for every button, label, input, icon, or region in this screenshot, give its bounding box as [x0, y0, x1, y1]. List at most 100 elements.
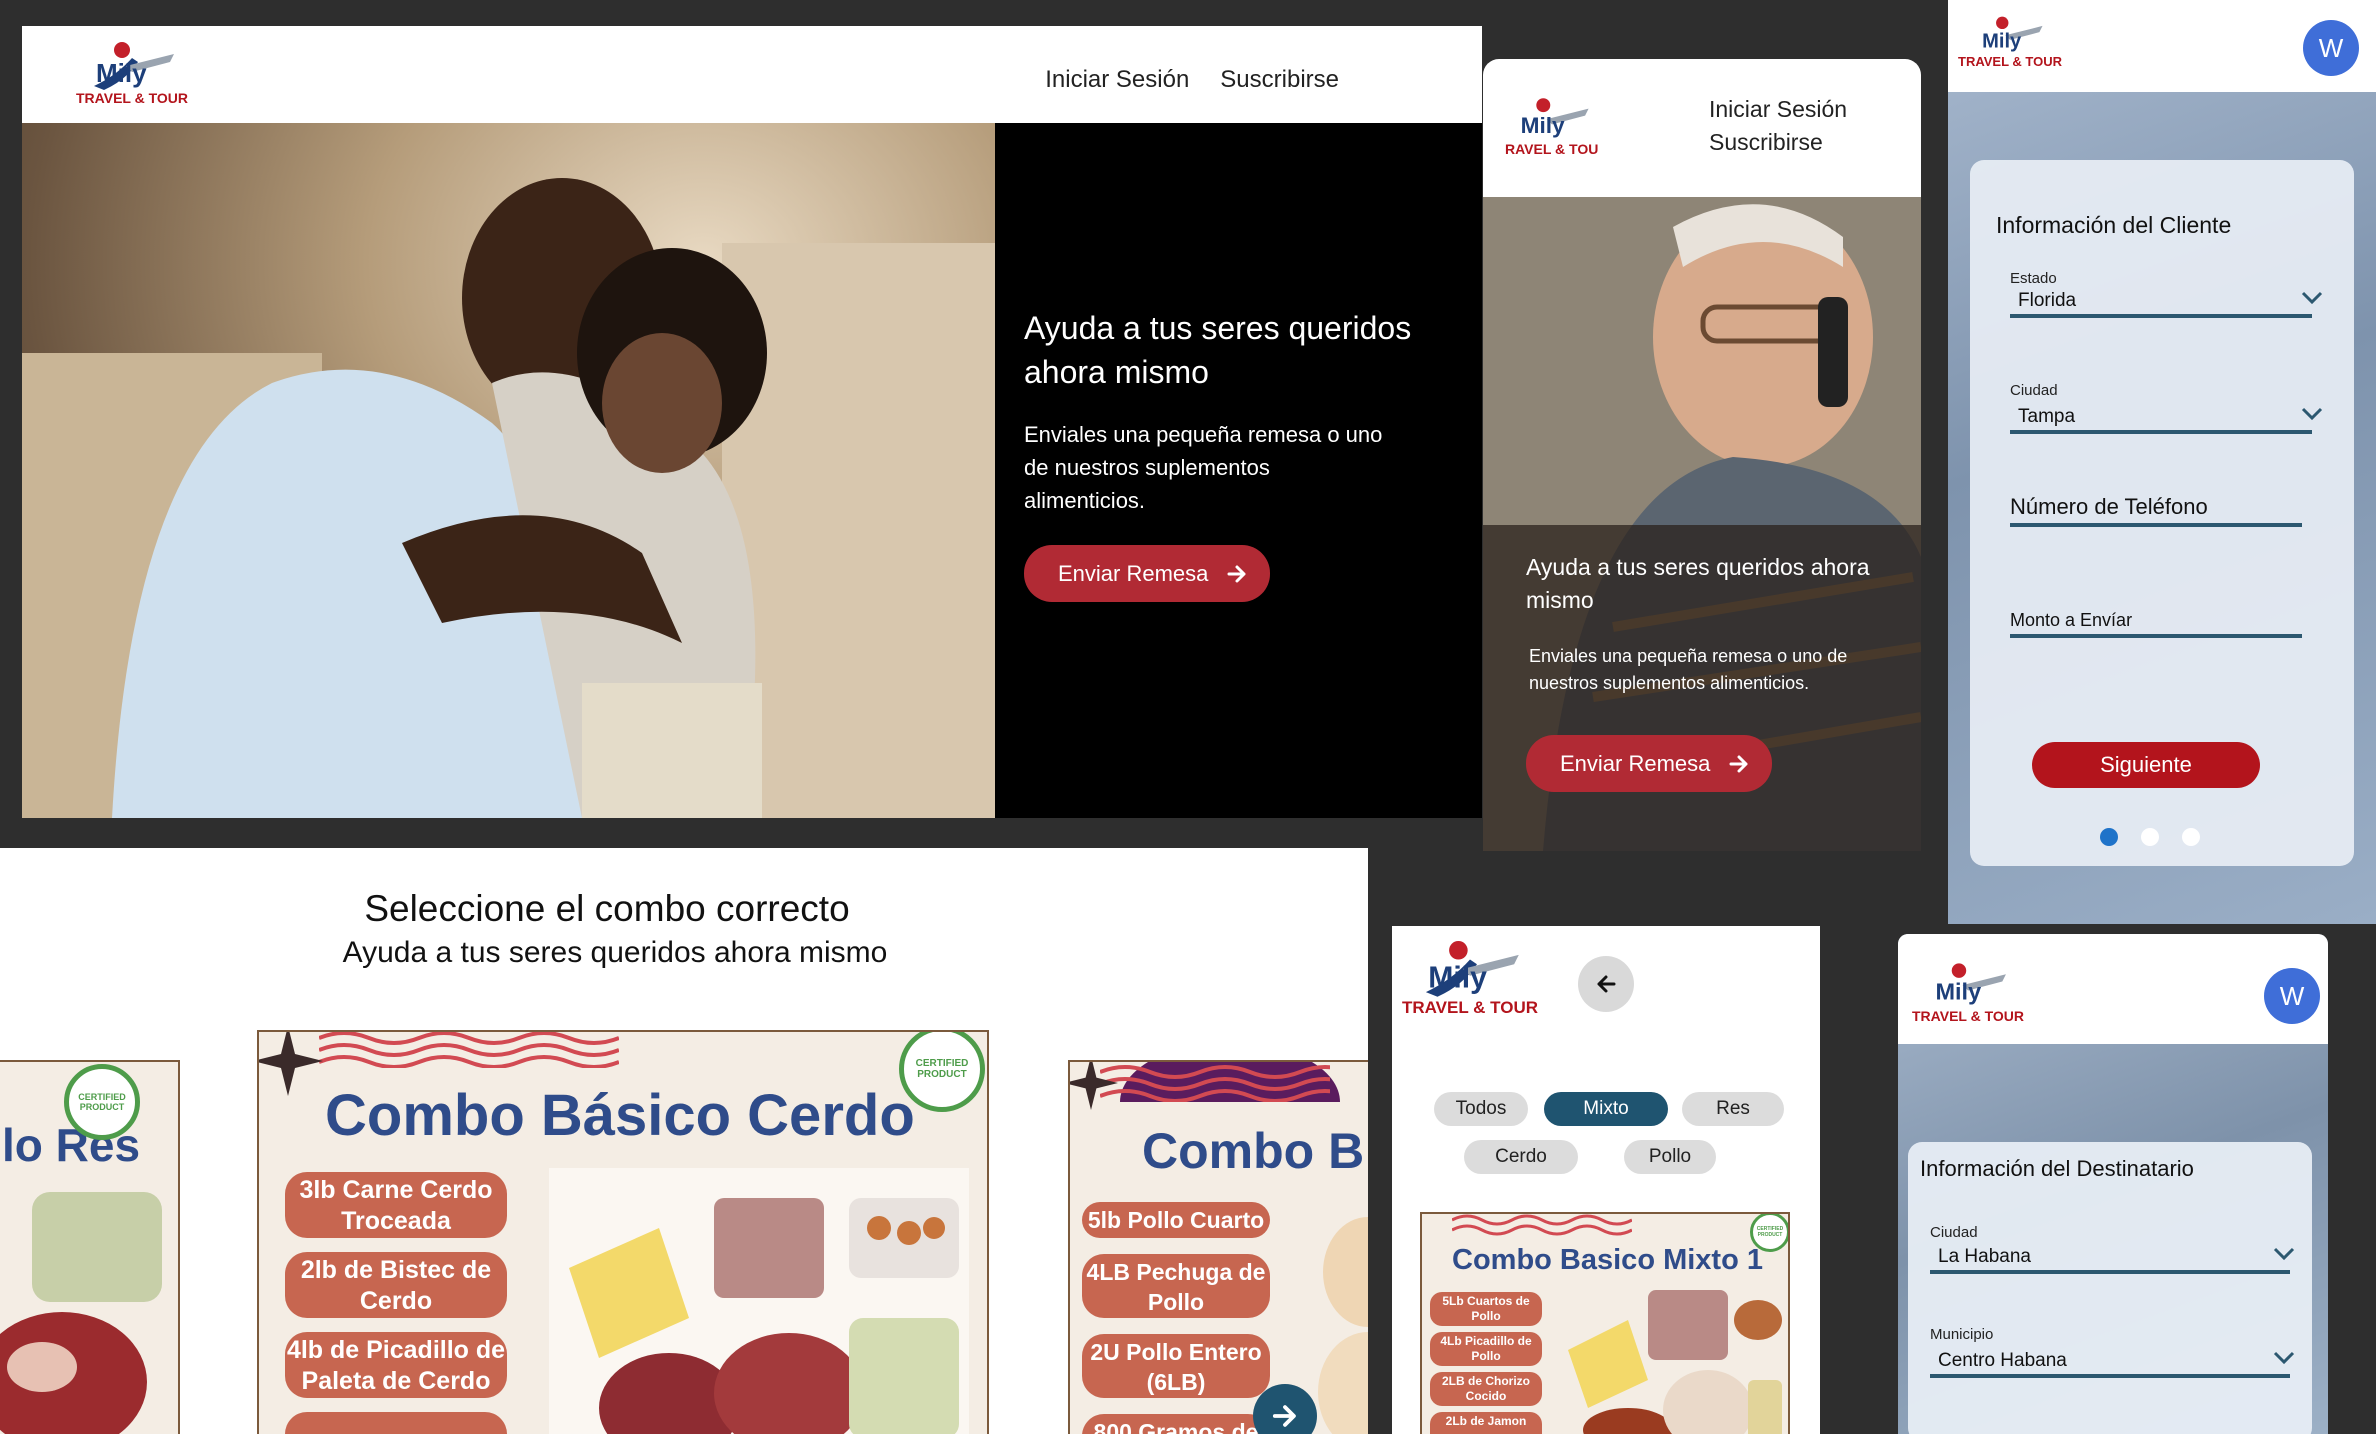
- mixed-meat-products-image: [1568, 1290, 1782, 1434]
- arrow-left-icon: [1597, 975, 1616, 993]
- plane-logo-icon: Mily: [1520, 98, 1589, 138]
- logo-text: TRAVEL & TOUR: [1402, 998, 1539, 1017]
- combo-item: 2LB de Chorizo Cocido: [1430, 1372, 1542, 1406]
- combo-card-basico-cerdo[interactable]: CERTIFIED PRODUCT Combo Básico Cerdo 3lb…: [257, 1030, 989, 1434]
- amount-underline: [2010, 634, 2302, 638]
- arrow-right-icon: [1729, 755, 1748, 772]
- pork-products-image: [549, 1168, 969, 1434]
- combo-item: [285, 1412, 507, 1434]
- combo-card-mixto-1[interactable]: CERTIFIED PRODUCT Combo Basico Mixto 1 5…: [1420, 1212, 1790, 1434]
- estado-underline: [2010, 314, 2312, 318]
- step-dot-2[interactable]: [2141, 828, 2159, 846]
- hero-title: Ayuda a tus seres queridos ahora mismo: [1526, 554, 1870, 613]
- plane-logo-icon: Mily: [94, 42, 174, 90]
- sparkle-icon: [1070, 1062, 1118, 1110]
- combo-item: 4LB Pechuga de Pollo: [1082, 1254, 1270, 1318]
- svg-text:Mily: Mily: [1935, 979, 1981, 1005]
- step-dot-3[interactable]: [2182, 828, 2200, 846]
- chevron-down-icon[interactable]: [2300, 406, 2324, 422]
- hero-copy: Ayuda a tus seres queridos ahora mismo E…: [1024, 306, 1454, 602]
- section-title: Seleccione el combo correcto: [364, 888, 850, 929]
- combo-item: 4Lb Picadillo de Pollo: [1430, 1332, 1542, 1366]
- section-subtitle: Ayuda a tus seres queridos ahora mismo: [342, 936, 888, 969]
- chevron-down-icon[interactable]: [2272, 1246, 2296, 1262]
- brand-logo[interactable]: Mily TRAVEL & TOUR: [1912, 958, 2024, 1024]
- combo-card-pollo[interactable]: Combo B 5lb Pollo Cuarto 4LB Pechuga de …: [1068, 1060, 1368, 1434]
- estado-label: Estado: [2010, 270, 2057, 287]
- sparkle-icon: [259, 1032, 323, 1096]
- svg-text:Mily: Mily: [1982, 31, 2022, 53]
- ciudad-label: Ciudad: [1930, 1224, 1978, 1241]
- ciudad-underline: [1930, 1270, 2290, 1274]
- brand-logo[interactable]: Mily RAVEL & TOU: [1505, 93, 1598, 157]
- filter-chip-todos[interactable]: Todos: [1434, 1092, 1528, 1126]
- tablet-nav-links: Iniciar Sesión Suscribirse: [1709, 93, 1847, 159]
- user-avatar[interactable]: W: [2303, 20, 2359, 76]
- combo-item: 2Lb de Jamon: [1430, 1412, 1542, 1434]
- card-title: Información del Cliente: [1996, 212, 2232, 238]
- brand-logo[interactable]: Mily TRAVEL & TOUR: [76, 36, 188, 106]
- user-avatar[interactable]: W: [2264, 968, 2320, 1024]
- mobile-recipient-form-screen: Mily TRAVEL & TOUR W Información del Des…: [1898, 934, 2328, 1434]
- chevron-down-icon[interactable]: [2272, 1350, 2296, 1366]
- desktop-nav-links: Iniciar Sesión Suscribirse: [1045, 66, 1339, 94]
- combo-card-res[interactable]: lo Res CERTIFIED PRODUCT: [0, 1060, 180, 1434]
- hero-body: Enviales una pequeña remesa o uno de nue…: [1024, 422, 1383, 513]
- desktop-landing: Mily TRAVEL & TOUR Iniciar Sesión Suscri…: [22, 26, 1482, 818]
- hero-title: Ayuda a tus seres queridos ahora mismo: [1024, 310, 1412, 390]
- send-remittance-button[interactable]: Enviar Remesa: [1024, 545, 1271, 602]
- combo-item: 2lb de Bistec de Cerdo: [285, 1252, 507, 1318]
- brand-logo[interactable]: Mily TRAVEL & TOUR: [1958, 12, 2062, 69]
- decorative-wave-icon: [1100, 1065, 1330, 1102]
- beef-meat-image: [0, 1192, 162, 1434]
- combo-title: Combo Básico Cerdo: [325, 1083, 915, 1148]
- hero-photo: [22, 123, 995, 818]
- estado-select[interactable]: Florida: [2018, 290, 2076, 312]
- send-remittance-label: Enviar Remesa: [1560, 750, 1711, 776]
- tablet-landing: Mily RAVEL & TOU Iniciar Sesión Suscribi…: [1483, 59, 1921, 851]
- filter-chip-cerdo[interactable]: Cerdo: [1464, 1140, 1578, 1174]
- send-remittance-button[interactable]: Enviar Remesa: [1526, 735, 1773, 792]
- municipio-select[interactable]: Centro Habana: [1938, 1350, 2067, 1372]
- ciudad-select[interactable]: Tampa: [2018, 406, 2075, 428]
- ciudad-select[interactable]: La Habana: [1938, 1246, 2031, 1268]
- filter-chip-mixto[interactable]: Mixto: [1544, 1092, 1668, 1126]
- mobile-client-form-screen: Mily TRAVEL & TOUR W Información del Cli…: [1948, 0, 2376, 924]
- client-info-card: Información del Cliente Estado Florida C…: [1970, 160, 2354, 866]
- subscribe-link[interactable]: Suscribirse: [1709, 126, 1847, 159]
- combo-item: 4lb de Picadillo de Paleta de Cerdo: [285, 1332, 507, 1398]
- amount-input[interactable]: Monto a Envíar: [2010, 610, 2132, 631]
- card-title: Información del Destinatario: [1920, 1156, 2194, 1181]
- phone-input[interactable]: Número de Teléfono: [2010, 494, 2208, 520]
- phone-underline: [2010, 523, 2302, 527]
- municipio-underline: [1930, 1374, 2290, 1378]
- next-button[interactable]: Siguiente: [2032, 742, 2260, 788]
- subscribe-link[interactable]: Suscribirse: [1220, 66, 1339, 94]
- chevron-down-icon[interactable]: [2300, 290, 2324, 306]
- filter-chip-res[interactable]: Res: [1682, 1092, 1784, 1126]
- plane-logo-icon: Mily: [1982, 16, 2043, 53]
- chicken-image: [1318, 1217, 1368, 1434]
- logo-text: RAVEL & TOU: [1505, 141, 1599, 157]
- combo-item: 5Lb Cuartos de Pollo: [1430, 1292, 1542, 1326]
- step-dot-1[interactable]: [2100, 828, 2118, 846]
- decorative-wave-icon: [1452, 1214, 1632, 1236]
- brand-logo[interactable]: Mily TRAVEL & TOUR: [1402, 934, 1538, 1018]
- svg-text:Mily: Mily: [1428, 961, 1487, 994]
- hero-copy: Ayuda a tus seres queridos ahora mismo E…: [1526, 551, 1886, 792]
- ciudad-underline: [2010, 430, 2312, 434]
- arrow-right-icon: [1272, 1405, 1296, 1427]
- combo-title: Combo Basico Mixto 1: [1452, 1244, 1763, 1276]
- plane-logo-icon: Mily: [1935, 963, 2006, 1005]
- municipio-label: Municipio: [1930, 1326, 1994, 1343]
- arrow-right-icon: [1227, 565, 1246, 582]
- login-link[interactable]: Iniciar Sesión: [1045, 66, 1189, 94]
- send-remittance-label: Enviar Remesa: [1058, 560, 1209, 586]
- certified-badge-icon: CERTIFIED PRODUCT: [64, 1064, 140, 1140]
- login-link[interactable]: Iniciar Sesión: [1709, 93, 1847, 126]
- logo-text: TRAVEL & TOUR: [76, 90, 189, 106]
- svg-text:Mily: Mily: [1520, 113, 1564, 138]
- filter-chip-pollo[interactable]: Pollo: [1624, 1140, 1716, 1174]
- combo-item: 800 Gramos de: [1082, 1414, 1270, 1434]
- back-button[interactable]: [1578, 956, 1634, 1012]
